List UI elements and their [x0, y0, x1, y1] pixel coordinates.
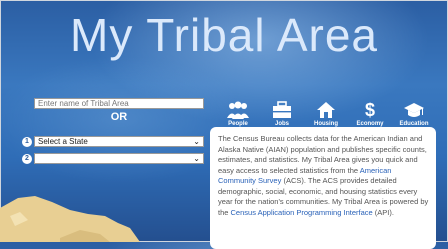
dollar-icon: $	[364, 100, 375, 120]
category-people[interactable]: People	[216, 95, 260, 127]
graduation-cap-icon	[404, 103, 424, 117]
description-panel: The Census Bureau collects data for the …	[210, 127, 436, 249]
tribal-area-select[interactable]: ⌄	[34, 153, 204, 164]
chevron-down-icon: ⌄	[193, 154, 200, 163]
page-title: My Tribal Area	[70, 9, 378, 61]
state-select-value: Select a State	[38, 137, 88, 146]
description-text: The Census Bureau collects data for the …	[218, 134, 427, 175]
category-jobs[interactable]: Jobs	[260, 95, 304, 127]
or-label: OR	[110, 111, 128, 123]
state-select[interactable]: Select a State ⌄	[34, 136, 204, 147]
category-education[interactable]: Education	[392, 95, 436, 127]
category-economy[interactable]: $ Economy	[348, 95, 392, 127]
tribal-area-search-input[interactable]	[34, 98, 204, 109]
census-api-link[interactable]: Census Application Programming Interface	[231, 208, 373, 217]
house-icon	[317, 102, 335, 118]
briefcase-icon	[273, 101, 291, 118]
category-housing[interactable]: Housing	[304, 95, 348, 127]
category-nav: People Jobs Housing $ Economy Education	[216, 95, 434, 131]
us-map-image	[0, 196, 140, 242]
chevron-down-icon: ⌄	[193, 137, 200, 146]
description-text: (API).	[372, 207, 394, 217]
step-two-badge: 2	[22, 154, 32, 164]
step-one-badge: 1	[22, 137, 32, 147]
people-icon	[227, 101, 249, 119]
